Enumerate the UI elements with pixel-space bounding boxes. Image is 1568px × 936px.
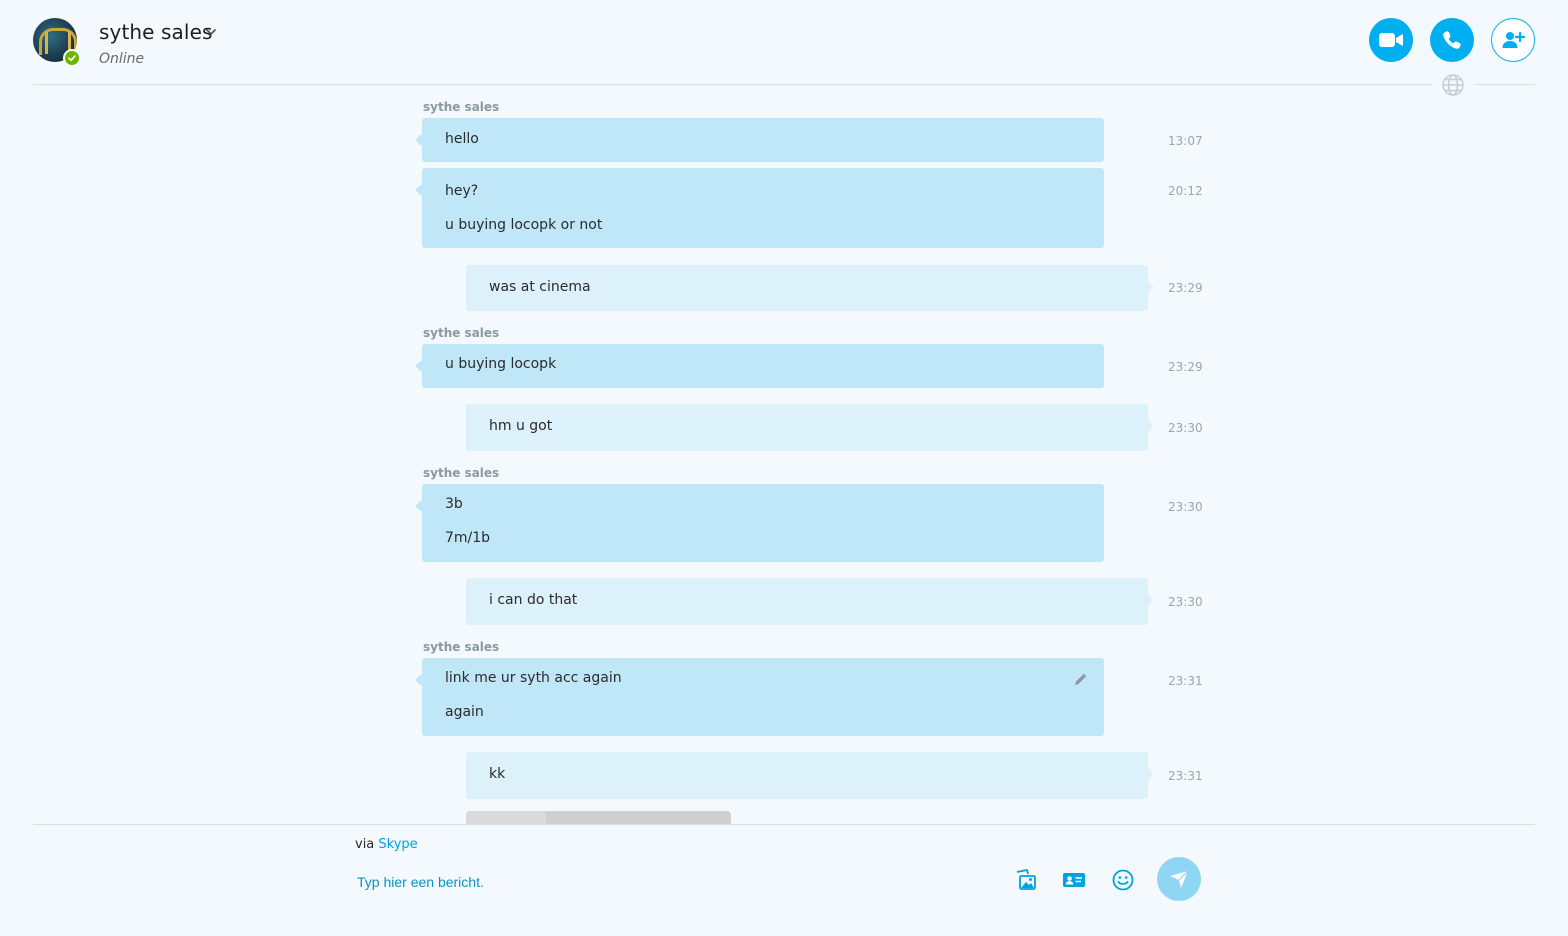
via-label: via Skype bbox=[355, 837, 418, 852]
message-bubble[interactable]: kk bbox=[466, 752, 1148, 799]
contact-name[interactable]: sythe sales bbox=[99, 20, 213, 44]
message-sender: sythe sales bbox=[423, 100, 500, 114]
message-text: 7m/1b bbox=[445, 530, 491, 546]
pencil-icon[interactable] bbox=[1074, 672, 1088, 686]
send-arrow-icon bbox=[1170, 870, 1189, 888]
image-attachment[interactable] bbox=[466, 811, 731, 824]
image-icon bbox=[1016, 869, 1036, 890]
message-bubble[interactable]: was at cinema bbox=[466, 265, 1148, 311]
message-text: again bbox=[445, 704, 484, 720]
contact-status: Online bbox=[99, 51, 145, 67]
message-text: 3b bbox=[445, 496, 463, 512]
message-text: u buying locopk bbox=[445, 356, 557, 372]
message-bubble[interactable]: hey? u buying locopk or not bbox=[422, 168, 1104, 248]
presence-online-icon bbox=[63, 49, 81, 67]
message-bubble[interactable]: hm u got bbox=[466, 404, 1148, 451]
message-bubble[interactable]: hello bbox=[422, 118, 1104, 162]
via-skype-link[interactable]: Skype bbox=[378, 837, 417, 852]
video-call-button[interactable] bbox=[1369, 18, 1413, 62]
emoticon-button[interactable] bbox=[1109, 866, 1137, 894]
conversation-header: sythe sales Online bbox=[0, 0, 1568, 86]
message-sender: sythe sales bbox=[423, 326, 500, 340]
message-time: 23:30 bbox=[1168, 595, 1203, 609]
message-bubble[interactable]: link me ur syth acc again again bbox=[422, 658, 1104, 736]
message-text: hm u got bbox=[489, 418, 553, 434]
avatar[interactable] bbox=[33, 18, 81, 67]
smiley-icon bbox=[1112, 869, 1134, 891]
video-camera-icon bbox=[1379, 33, 1403, 47]
message-time: 23:30 bbox=[1168, 421, 1203, 435]
message-bubble[interactable]: u buying locopk bbox=[422, 344, 1104, 388]
message-text: link me ur syth acc again bbox=[445, 670, 622, 686]
message-time: 23:29 bbox=[1168, 281, 1203, 295]
message-time: 23:30 bbox=[1168, 500, 1203, 514]
send-contact-button[interactable] bbox=[1060, 866, 1088, 894]
contact-card-icon bbox=[1063, 873, 1085, 887]
header-divider bbox=[33, 84, 1535, 85]
send-image-button[interactable] bbox=[1012, 866, 1040, 894]
message-text: u buying locopk or not bbox=[445, 217, 603, 233]
message-text: hey? bbox=[445, 183, 479, 199]
add-participant-button[interactable] bbox=[1491, 18, 1535, 62]
audio-call-button[interactable] bbox=[1430, 18, 1474, 62]
composer-divider bbox=[33, 824, 1535, 825]
add-person-icon bbox=[1502, 31, 1525, 48]
chevron-down-icon[interactable] bbox=[204, 24, 218, 38]
message-time: 20:12 bbox=[1168, 184, 1203, 198]
phone-icon bbox=[1443, 31, 1461, 49]
message-text: was at cinema bbox=[489, 279, 591, 295]
message-time: 23:31 bbox=[1168, 769, 1203, 783]
message-sender: sythe sales bbox=[423, 640, 500, 654]
message-bubble[interactable]: 3b 7m/1b bbox=[422, 484, 1104, 562]
message-time: 13:07 bbox=[1168, 134, 1203, 148]
message-text: i can do that bbox=[489, 592, 578, 608]
chat-window: sythe sales Online sythe sales hello 13:… bbox=[0, 0, 1568, 936]
message-input[interactable] bbox=[357, 871, 997, 893]
message-bubble[interactable]: i can do that bbox=[466, 578, 1148, 625]
message-text: hello bbox=[445, 131, 479, 147]
via-prefix: via bbox=[355, 837, 375, 852]
message-time: 23:31 bbox=[1168, 674, 1203, 688]
send-button[interactable] bbox=[1157, 857, 1201, 901]
message-sender: sythe sales bbox=[423, 466, 500, 480]
message-time: 23:29 bbox=[1168, 360, 1203, 374]
message-text: kk bbox=[489, 766, 506, 782]
message-list[interactable]: sythe sales hello 13:07 hey? u buying lo… bbox=[0, 86, 1568, 824]
